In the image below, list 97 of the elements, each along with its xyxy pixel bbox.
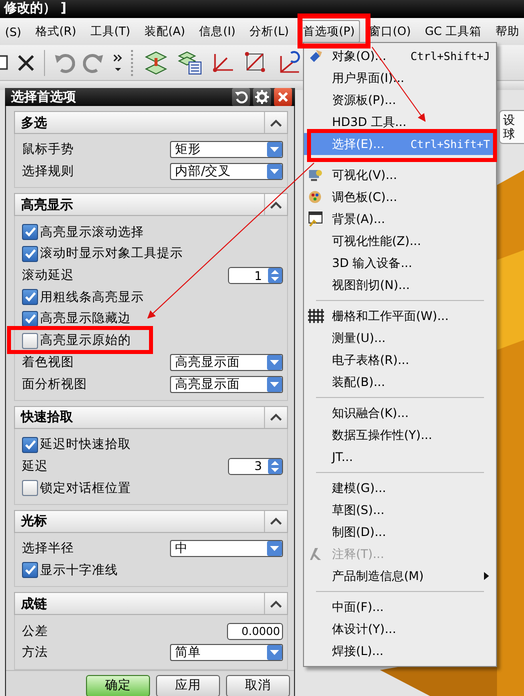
checkbox-label: 高亮显示原始的 (40, 332, 132, 350)
menu-item[interactable]: 资源板(P)... (304, 89, 496, 111)
menu-item[interactable]: 制图(D)... (304, 521, 496, 543)
menu-item[interactable]: 调色板(C)... (304, 186, 496, 208)
field-label: 着色视图 (22, 354, 75, 371)
undo-icon[interactable] (53, 52, 75, 72)
menu-bar-item[interactable]: 工具(T) (85, 20, 136, 43)
collapse-caret-icon[interactable] (270, 200, 282, 209)
menu-item[interactable]: 装配(B)... (304, 371, 496, 393)
field-label: 延迟 (22, 458, 49, 475)
background-window-icon (308, 211, 324, 227)
menu-item[interactable]: 可视化性能(Z)... (304, 230, 496, 252)
monitor-icon (308, 167, 324, 183)
layer-list-icon[interactable] (177, 50, 203, 76)
spinner-field[interactable]: 1 (228, 267, 283, 284)
checkbox-label: 高亮显示滚动选择 (40, 224, 145, 241)
spinner-field[interactable]: 3 (228, 458, 283, 475)
tooltip: 设 球 (499, 110, 524, 144)
dropdown[interactable]: 矩形 (170, 141, 283, 158)
menu-item[interactable]: 知识融合(K)... (304, 402, 496, 424)
dropdown[interactable]: 高亮显示面 (170, 354, 283, 371)
checkbox[interactable] (22, 436, 38, 453)
section-header[interactable]: 成链 (14, 592, 288, 616)
checkbox-label: 滚动时显示对象工具提示 (40, 245, 184, 262)
dropdown[interactable]: 简单 (170, 644, 283, 662)
menu-item[interactable]: JT... (304, 446, 496, 468)
menu-item[interactable]: 中面(F)... (304, 596, 496, 618)
menu-bar-item[interactable]: GC 工具箱 (420, 20, 486, 43)
number-field[interactable]: 0.0000 (227, 622, 283, 640)
menu-item[interactable]: 建模(G)... (304, 477, 496, 499)
field-label: 鼠标手势 (22, 141, 75, 158)
field-label: 选择半径 (22, 540, 75, 558)
collapse-caret-icon[interactable] (270, 600, 282, 608)
delete-icon[interactable] (16, 52, 36, 72)
collapse-caret-icon[interactable] (270, 517, 282, 526)
rotate-axes-icon[interactable] (277, 50, 303, 76)
menu-item[interactable]: 3D 输入设备... (304, 252, 496, 274)
spin-arrows-icon[interactable] (268, 268, 282, 284)
checkbox-label: 延迟时快速拾取 (40, 436, 132, 454)
menu-bar-item[interactable]: 信息(I) (194, 20, 240, 43)
section-header[interactable]: 高亮显示 (14, 193, 288, 216)
field-label: 选择规则 (22, 163, 75, 180)
menu-item[interactable]: 数据互操作性(Y)... (304, 424, 496, 446)
menu-item[interactable]: 栅格和工作平面(W)... (304, 305, 496, 327)
menu-item[interactable]: 测量(U)... (304, 327, 496, 349)
menu-item[interactable]: 背景(A)... (304, 208, 496, 230)
collapse-caret-icon[interactable] (270, 118, 282, 126)
checkbox[interactable] (22, 562, 38, 578)
checkbox[interactable] (22, 480, 38, 496)
menu-bar-item[interactable]: 装配(A) (139, 20, 190, 43)
grid-icon (308, 308, 324, 324)
checkbox-label: 显示十字准线 (40, 562, 119, 579)
palette-icon (308, 189, 324, 205)
submenu-arrow-icon (484, 572, 490, 580)
dialog-title: 选择首选项 (11, 89, 77, 106)
field-label: 方法 (22, 644, 49, 662)
checkbox[interactable] (22, 332, 38, 349)
checkbox[interactable] (22, 310, 38, 327)
menu-item[interactable]: 体设计(Y)... (304, 618, 496, 640)
collapse-caret-icon[interactable] (270, 413, 282, 422)
dropdown[interactable]: 高亮显示面 (170, 376, 283, 393)
checkbox-label: 锁定对话框位置 (40, 480, 132, 497)
menu-bar-item[interactable]: (S) (0, 20, 26, 42)
checkbox[interactable] (22, 246, 38, 262)
menu-item[interactable]: 视图剖切(N)... (304, 274, 496, 296)
menu-item[interactable]: 草图(S)... (304, 499, 496, 521)
layers-icon[interactable] (143, 50, 169, 76)
field-label: 公差 (22, 622, 49, 640)
dialog-button[interactable]: 应用 (156, 674, 220, 696)
section-header[interactable]: 光标 (14, 510, 288, 533)
menu-bar-item[interactable]: 窗口(O) (364, 20, 416, 43)
section-header[interactable]: 快速拾取 (14, 406, 288, 429)
dropdown[interactable]: 中 (170, 540, 283, 558)
overflow-chevron-icon[interactable] (113, 52, 123, 74)
menu-bar-item[interactable]: 分析(L) (244, 20, 294, 43)
object-icon (308, 48, 324, 64)
window-title: 修改的） ] (2, 1, 66, 16)
dialog-button[interactable]: 确定 (86, 674, 150, 696)
menu-item[interactable]: 焊接(L)... (304, 640, 496, 662)
menu-bar-item[interactable]: 帮助 (490, 20, 524, 43)
checkbox-label: 用粗线条高亮显示 (40, 288, 145, 306)
redo-icon[interactable] (83, 52, 105, 72)
field-label: 滚动延迟 (22, 267, 75, 284)
dialog-button[interactable]: 取消 (226, 674, 290, 696)
menu-bar-item[interactable]: 格式(R) (30, 20, 82, 43)
section-header[interactable]: 多选 (14, 111, 288, 134)
menu-item[interactable]: 电子表格(R)... (304, 349, 496, 371)
menu-item[interactable]: 产品制造信息(M) (304, 565, 496, 587)
spin-arrows-icon[interactable] (268, 458, 282, 474)
menu-item[interactable]: HD3D 工具... (304, 111, 496, 133)
field-label: 面分析视图 (22, 376, 88, 393)
checkbox[interactable] (22, 224, 38, 240)
checkbox[interactable] (22, 289, 38, 306)
checkbox-label: 高亮显示隐藏边 (40, 310, 132, 328)
menu-item[interactable]: 可视化(V)... (304, 164, 496, 186)
dropdown[interactable]: 内部/交叉 (170, 163, 283, 180)
annotation-icon (308, 546, 324, 562)
